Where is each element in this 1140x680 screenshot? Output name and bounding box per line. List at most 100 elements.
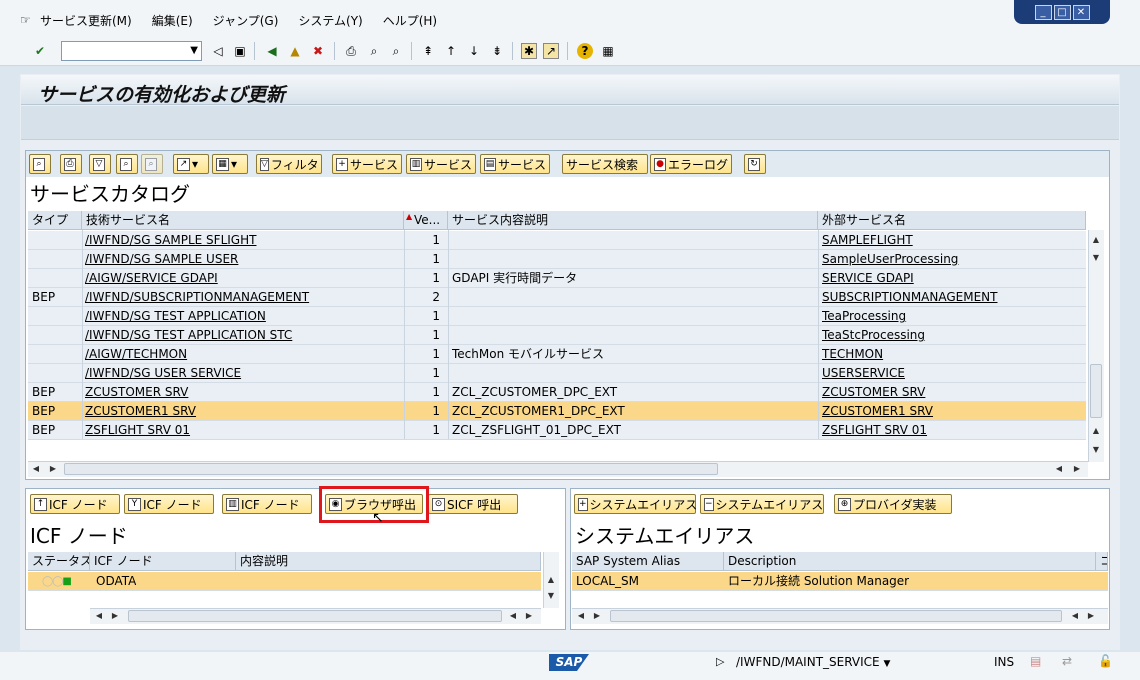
next-page-icon[interactable]: ↓ xyxy=(466,43,482,59)
scroll-right-icon[interactable]: ▶ xyxy=(1084,609,1098,623)
table-row[interactable]: BEP ZCUSTOMER SRV 1 ZCL_ZCUSTOMER_DPC_EXT ZC… xyxy=(28,383,1086,402)
table-row[interactable]: BEP ZCUSTOMER1 SRV 1 ZCL_ZCUSTOMER1_DPC_EXT… xyxy=(28,402,1086,421)
chevron-down-icon[interactable]: ▼ xyxy=(190,45,198,56)
table-row[interactable]: /IWFND/SG TEST APPLICATION STC 1 TeaStcPro… xyxy=(28,326,1086,345)
layout-button[interactable]: ▦ ▾ xyxy=(212,154,248,174)
cell-external-name[interactable]: ZCUSTOMER SRV xyxy=(822,383,1086,402)
print-button[interactable]: ⎙ xyxy=(60,154,82,174)
table-row[interactable]: /AIGW/SERVICE GDAPI 1 GDAPI 実行時間データ SERVICE… xyxy=(28,269,1086,288)
alias-column-sap-alias[interactable]: SAP System Alias xyxy=(572,552,724,571)
scroll-left-icon[interactable]: ◀ xyxy=(29,462,43,476)
help-icon[interactable]: ? xyxy=(577,43,593,59)
menu-service-update[interactable]: サービス更新(M) xyxy=(40,12,132,29)
icf-column-node[interactable]: ICF ノード xyxy=(90,552,236,571)
service-search-button[interactable]: サービス検索 xyxy=(562,154,648,174)
cancel-icon[interactable]: ✖ xyxy=(310,43,326,59)
find-icon[interactable]: ⌕ xyxy=(366,43,382,59)
cell-tech-name[interactable]: ZSFLIGHT SRV 01 xyxy=(85,421,403,440)
menu-jump[interactable]: ジャンプ(G) xyxy=(213,12,279,29)
column-header-version[interactable]: ▲ Ve... xyxy=(404,211,448,230)
cell-external-name[interactable]: TECHMON xyxy=(822,345,1086,364)
add-system-alias-button[interactable]: + システムエイリアス xyxy=(574,494,697,514)
menu-system[interactable]: システム(Y) xyxy=(298,12,362,29)
layout-icon[interactable]: ▦ xyxy=(600,43,616,59)
status-expand-icon[interactable]: ▷ xyxy=(716,655,724,668)
find-button[interactable]: ⌕ xyxy=(116,154,138,174)
cell-external-name[interactable]: ZCUSTOMER1 SRV xyxy=(822,402,1086,421)
table-row[interactable]: /IWFND/SG TEST APPLICATION 1 TeaProcessing xyxy=(28,307,1086,326)
maximize-icon[interactable]: □ xyxy=(1053,4,1071,20)
alias-column-more[interactable]: コ xyxy=(1096,552,1108,571)
enter-icon[interactable]: ✔ xyxy=(32,43,48,59)
scroll-right-icon[interactable]: ▶ xyxy=(522,609,536,623)
cell-tech-name[interactable]: /IWFND/SG USER SERVICE xyxy=(85,364,403,383)
back-icon[interactable]: ◀ xyxy=(264,43,280,59)
cell-external-name[interactable]: ZSFLIGHT SRV 01 xyxy=(822,421,1086,440)
icf-row[interactable]: ◯◯■ ODATA xyxy=(28,572,541,591)
print-icon[interactable]: ⎙ xyxy=(343,43,359,59)
alias-hscroll-thumb[interactable] xyxy=(610,610,1062,622)
close-icon[interactable]: ✕ xyxy=(1072,4,1090,20)
column-header-tech-name[interactable]: 技術サービス名 xyxy=(82,211,404,230)
scroll-left-icon[interactable]: ◀ xyxy=(1052,462,1066,476)
first-page-icon[interactable]: ⇞ xyxy=(420,43,436,59)
new-session-icon[interactable]: ✱ xyxy=(521,43,537,59)
menu-edit[interactable]: 編集(E) xyxy=(152,12,193,29)
cell-external-name[interactable]: USERSERVICE xyxy=(822,364,1086,383)
export-button[interactable]: ↗ ▾ xyxy=(173,154,209,174)
find-next-icon[interactable]: ⌕ xyxy=(388,43,404,59)
delete-service-button[interactable]: ▥ サービス xyxy=(406,154,476,174)
cell-external-name[interactable]: SERVICE GDAPI xyxy=(822,269,1086,288)
save-icon[interactable]: ▣ xyxy=(232,43,248,59)
sicf-call-button[interactable]: ⊙ SICF 呼出 xyxy=(428,494,518,514)
table-row[interactable]: /AIGW/TECHMON 1 TechMon モバイルサービス TECHMON xyxy=(28,345,1086,364)
cell-tech-name[interactable]: /IWFND/SG TEST APPLICATION xyxy=(85,307,403,326)
scroll-up-icon[interactable]: ▲ xyxy=(1089,424,1103,438)
catalog-vscroll-thumb[interactable] xyxy=(1090,364,1102,418)
scroll-down-icon[interactable]: ▼ xyxy=(544,589,558,603)
cell-external-name[interactable]: SampleUserProcessing xyxy=(822,250,1086,269)
shortcut-icon[interactable]: ↗ xyxy=(543,43,559,59)
icf-node-delete-button[interactable]: ▥ ICF ノード xyxy=(222,494,312,514)
cell-tech-name[interactable]: ZCUSTOMER SRV xyxy=(85,383,403,402)
table-row[interactable]: BEP/IWFND/SUBSCRIPTIONMANAGEMENT 2 SUBSCRI… xyxy=(28,288,1086,307)
scroll-down-icon[interactable]: ▼ xyxy=(1089,443,1103,457)
icf-node-add-button[interactable]: ↑ ICF ノード xyxy=(30,494,120,514)
scroll-right-icon[interactable]: ▶ xyxy=(590,609,604,623)
lock-icon[interactable]: 🔓 xyxy=(1098,654,1113,668)
command-field[interactable]: ▼ xyxy=(61,41,202,61)
table-row[interactable]: BEP ZSFLIGHT SRV 01 1 ZCL_ZSFLIGHT_01_DPC_E… xyxy=(28,421,1086,440)
minimize-icon[interactable]: _ xyxy=(1034,4,1052,20)
scroll-left-icon[interactable]: ◀ xyxy=(574,609,588,623)
icf-hscroll-thumb[interactable] xyxy=(128,610,502,622)
menu-help[interactable]: ヘルプ(H) xyxy=(383,12,437,29)
scroll-up-icon[interactable]: ▲ xyxy=(1089,233,1103,247)
scroll-left-icon[interactable]: ◀ xyxy=(1068,609,1082,623)
filter-button[interactable]: ▽ フィルタ xyxy=(256,154,322,174)
scroll-down-icon[interactable]: ▼ xyxy=(1089,251,1103,265)
sort-button[interactable]: ▽ xyxy=(89,154,111,174)
cell-tech-name[interactable]: ZCUSTOMER1 SRV xyxy=(85,402,403,421)
cell-tech-name[interactable]: /IWFND/SG TEST APPLICATION STC xyxy=(85,326,403,345)
cell-tech-name[interactable]: /IWFND/SUBSCRIPTIONMANAGEMENT xyxy=(85,288,403,307)
table-row[interactable]: /IWFND/SG SAMPLE USER 1 SampleUserProcessi… xyxy=(28,250,1086,269)
table-row[interactable]: /IWFND/SG USER SERVICE 1 USERSERVICE xyxy=(28,364,1086,383)
icf-column-description[interactable]: 内容説明 xyxy=(236,552,541,571)
alias-row[interactable]: LOCAL_SM ローカル接続 Solution Manager xyxy=(572,572,1108,591)
cell-tech-name[interactable]: /AIGW/TECHMON xyxy=(85,345,403,364)
scroll-right-icon[interactable]: ▶ xyxy=(108,609,122,623)
cell-tech-name[interactable]: /AIGW/SERVICE GDAPI xyxy=(85,269,403,288)
exit-icon[interactable]: ▲ xyxy=(287,43,303,59)
status-transaction[interactable]: /IWFND/MAINT_SERVICE ▼ xyxy=(736,655,890,669)
icf-node-config-button[interactable]: Y ICF ノード xyxy=(124,494,214,514)
cell-external-name[interactable]: SUBSCRIPTIONMANAGEMENT xyxy=(822,288,1086,307)
cell-tech-name[interactable]: /IWFND/SG SAMPLE USER xyxy=(85,250,403,269)
alias-column-description[interactable]: Description xyxy=(724,552,1096,571)
icf-column-status[interactable]: ステータス xyxy=(28,552,90,571)
column-header-description[interactable]: サービス内容説明 xyxy=(448,211,818,230)
catalog-hscroll-thumb[interactable] xyxy=(64,463,718,475)
cell-tech-name[interactable]: /IWFND/SG SAMPLE SFLIGHT xyxy=(85,231,403,250)
cell-external-name[interactable]: SAMPLEFLIGHT xyxy=(822,231,1086,250)
add-service-button[interactable]: + サービス xyxy=(332,154,402,174)
table-row[interactable]: /IWFND/SG SAMPLE SFLIGHT 1 SAMPLEFLIGHT xyxy=(28,231,1086,250)
